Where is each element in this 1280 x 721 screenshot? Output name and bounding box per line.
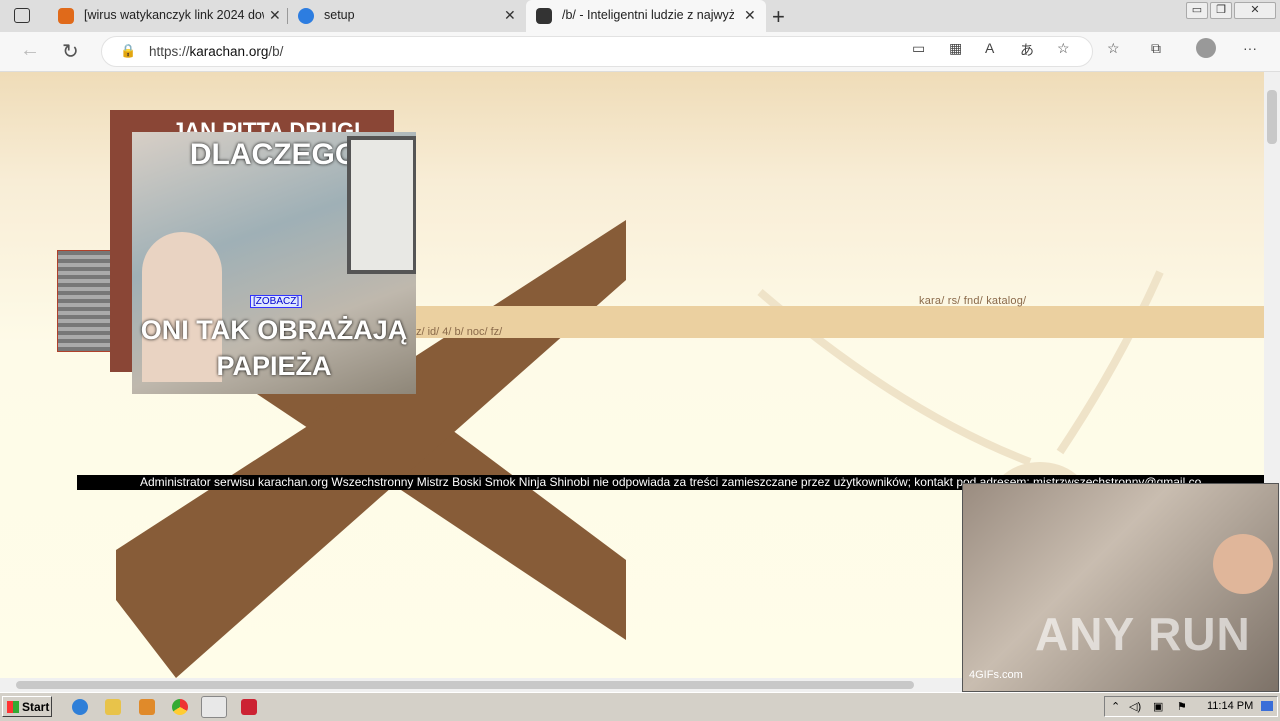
close-tab-icon[interactable]: ✕ <box>269 7 281 24</box>
tab-title: [wirus watykanczyk link 2024 dow <box>84 8 264 22</box>
minimize-button[interactable]: ▭ <box>1186 2 1208 19</box>
folder-icon[interactable] <box>105 699 121 715</box>
url-text: https://karachan.org/b/ <box>149 44 284 59</box>
read-aloud-icon[interactable]: A <box>985 40 994 56</box>
favorites-icon[interactable]: ☆ <box>1107 40 1120 57</box>
start-button[interactable]: Start <box>2 696 52 717</box>
edge-favicon-icon <box>298 8 314 24</box>
restore-button[interactable]: ❐ <box>1210 2 1232 19</box>
close-window-button[interactable]: ✕ <box>1234 2 1276 19</box>
show-desktop-icon[interactable] <box>1261 701 1273 711</box>
address-bar[interactable]: 🔒 https://karachan.org/b/ <box>101 36 1093 67</box>
meme-bottom-caption: ONI TAK OBRAŻAJĄ PAPIEŻA <box>140 315 408 381</box>
app-taskbar-icon[interactable] <box>241 699 257 715</box>
tab-bar: [wirus watykanczyk link 2024 dow ✕ setup… <box>0 0 1280 32</box>
volume-icon[interactable]: ◁) <box>1129 700 1141 713</box>
app-available-icon[interactable]: ▭ <box>912 40 925 57</box>
collections-icon[interactable]: ⧉ <box>1151 40 1161 57</box>
new-tab-button[interactable]: + <box>772 4 785 30</box>
translate-icon[interactable]: あ <box>1020 40 1034 60</box>
system-tray: ⌃ ◁) ▣ ⚑ 11:14 PM <box>1104 696 1278 717</box>
zobacz-link[interactable]: [ZOBACZ] <box>250 295 303 308</box>
tab-setup[interactable]: setup ✕ <box>288 0 524 32</box>
face-cutout <box>1213 534 1273 594</box>
refresh-icon[interactable]: ↻ <box>62 39 79 64</box>
meme-dlaczego-image[interactable]: DLACZEGO ONI TAK OBRAŻAJĄ PAPIEŻA <box>132 132 416 394</box>
taskbar: Start ⌃ ◁) ▣ ⚑ 11:14 PM <box>0 692 1280 721</box>
anyrun-watermark: ANY RUN <box>1035 608 1251 660</box>
qr-code-icon[interactable]: ▦ <box>949 40 962 57</box>
media-player-icon[interactable] <box>139 699 155 715</box>
back-arrow-icon[interactable]: ← <box>20 39 40 62</box>
favicon-icon <box>58 8 74 24</box>
gif-source-label: 4GIFs.com <box>969 669 1023 681</box>
network-icon[interactable]: ▣ <box>1153 700 1163 713</box>
edge-taskbar-button[interactable] <box>201 696 227 718</box>
more-options-icon[interactable]: ··· <box>1243 40 1257 56</box>
add-favorite-icon[interactable]: ☆ <box>1057 40 1070 57</box>
windows-logo-icon <box>7 701 19 713</box>
board-links-band[interactable]: z/ id/ 4/ b/ noc/ fz/ <box>416 326 502 338</box>
tab-b-board[interactable]: /b/ - Inteligentni ludzie z najwyż ✕ <box>526 0 766 32</box>
browser-toolbar: ← ↻ 🔒 https://karachan.org/b/ ▭ ▦ A あ ☆ … <box>0 32 1280 72</box>
tab-wirus[interactable]: [wirus watykanczyk link 2024 dow ✕ <box>48 0 288 32</box>
karachan-favicon-icon <box>536 8 552 24</box>
tab-actions-icon[interactable] <box>14 8 30 23</box>
close-tab-icon[interactable]: ✕ <box>504 7 516 24</box>
gif-overlay[interactable]: ANY RUN 4GIFs.com <box>962 483 1279 692</box>
board-links-top[interactable]: kara/ rs/ fnd/ katalog/ <box>919 295 1026 307</box>
tab-title: setup <box>324 8 355 22</box>
clock[interactable]: 11:14 PM <box>1207 700 1253 712</box>
tray-expand-icon[interactable]: ⌃ <box>1111 700 1120 713</box>
close-tab-icon[interactable]: ✕ <box>744 7 756 24</box>
thumbnail-small[interactable] <box>57 250 114 352</box>
flag-icon[interactable]: ⚑ <box>1177 700 1187 713</box>
ie-icon[interactable] <box>72 699 88 715</box>
chrome-icon[interactable] <box>172 699 188 715</box>
profile-avatar[interactable] <box>1196 38 1216 58</box>
lock-icon: 🔒 <box>120 43 137 58</box>
tab-title: /b/ - Inteligentni ludzie z najwyż <box>562 8 734 22</box>
